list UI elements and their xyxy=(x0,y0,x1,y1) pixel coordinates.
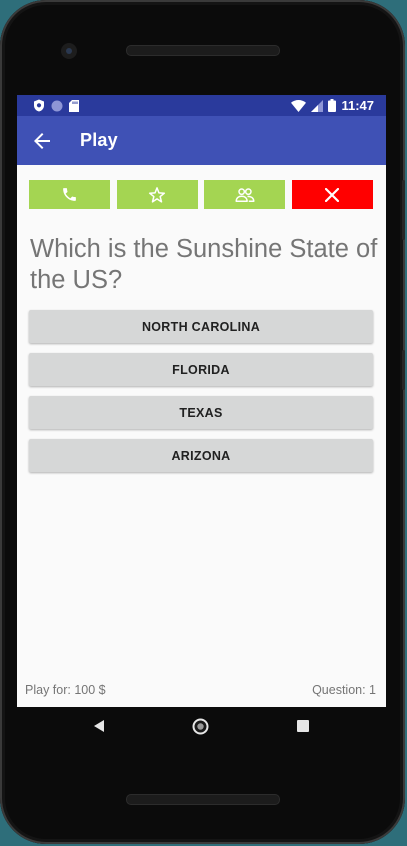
wifi-icon xyxy=(291,99,307,112)
page-title: Play xyxy=(80,130,118,150)
nav-home-icon[interactable] xyxy=(192,718,209,735)
lifeline-bar xyxy=(29,180,373,209)
top-speaker xyxy=(126,45,280,56)
volume-button xyxy=(402,180,405,240)
screen: 11:47 Play Which is the Sunshine State o… xyxy=(17,95,386,707)
people-icon xyxy=(235,187,255,202)
answer-button-d[interactable]: ARIZONA xyxy=(29,439,373,472)
play-for-amount: Play for: 100 $ xyxy=(25,683,106,697)
phone-frame: 11:47 Play Which is the Sunshine State o… xyxy=(0,0,405,844)
battery-icon xyxy=(328,99,337,112)
power-button xyxy=(402,350,405,390)
sd-card-icon xyxy=(69,99,79,112)
answer-button-a[interactable]: NORTH CAROLINA xyxy=(29,310,373,343)
arrow-back-icon[interactable] xyxy=(33,132,51,150)
nav-recents-icon[interactable] xyxy=(297,720,309,732)
answer-button-b[interactable]: FLORIDA xyxy=(29,353,373,386)
bottom-speaker xyxy=(126,794,280,805)
ask-audience-button[interactable] xyxy=(204,180,286,209)
question-number: Question: 1 xyxy=(312,683,376,697)
vpn-shield-icon xyxy=(34,99,44,112)
nav-back-icon[interactable] xyxy=(93,719,105,733)
cell-signal-icon xyxy=(311,99,324,112)
game-footer: Play for: 100 $ Question: 1 xyxy=(25,683,376,697)
fifty-fifty-button[interactable] xyxy=(116,180,198,209)
circle-notification-icon xyxy=(51,100,63,111)
status-time: 11:47 xyxy=(341,98,374,113)
quit-button[interactable] xyxy=(291,180,373,209)
phone-icon xyxy=(63,188,76,201)
star-icon xyxy=(149,186,166,203)
phone-a-friend-button[interactable] xyxy=(29,180,110,209)
status-bar: 11:47 xyxy=(17,95,386,116)
front-camera xyxy=(61,43,77,59)
app-bar: Play xyxy=(17,116,386,165)
answer-button-c[interactable]: TEXAS xyxy=(29,396,373,429)
close-icon xyxy=(325,187,340,202)
system-nav-bar xyxy=(17,707,386,749)
question-text: Which is the Sunshine State of the US? xyxy=(30,235,378,294)
answers-list: NORTH CAROLINA FLORIDA TEXAS ARIZONA xyxy=(29,310,373,482)
